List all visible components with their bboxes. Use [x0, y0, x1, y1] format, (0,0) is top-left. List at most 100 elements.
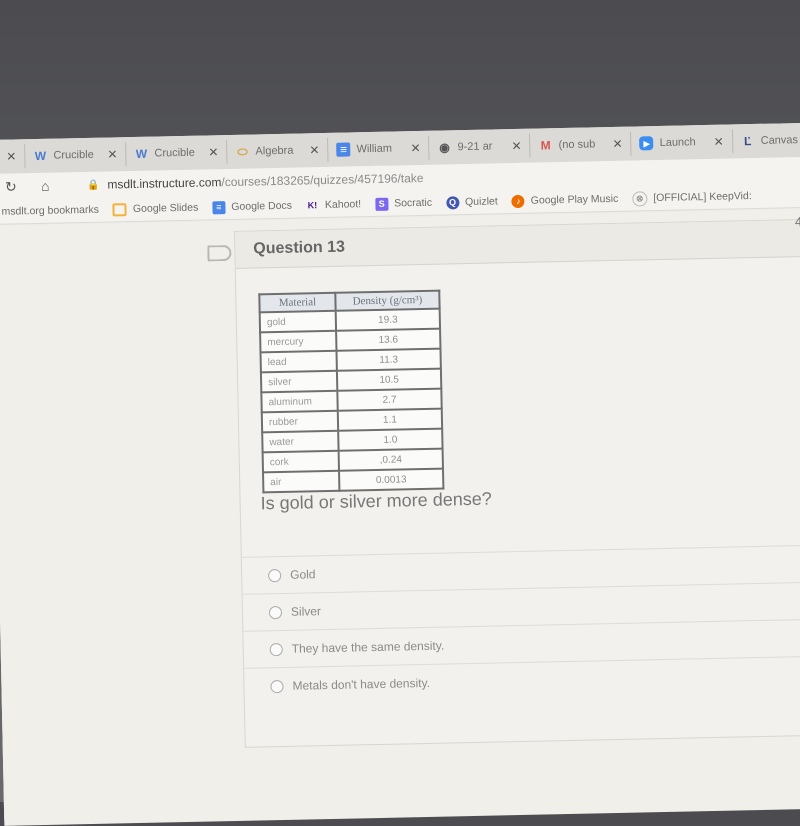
material-cell: water: [262, 430, 339, 453]
reload-icon[interactable]: ↻: [5, 178, 27, 195]
url-path: /courses/183265/quizzes/457196/take: [221, 170, 424, 190]
home-icon[interactable]: ⌂: [41, 177, 63, 194]
close-icon[interactable]: ✕: [511, 139, 521, 153]
answer-label: Silver: [290, 604, 322, 619]
close-icon[interactable]: ✕: [107, 147, 117, 161]
tab-label: William: [356, 142, 393, 156]
question-prompt: Is gold or silver more dense?: [260, 488, 492, 514]
tab-label: Canvas: [760, 134, 799, 147]
radio-button[interactable]: [269, 642, 283, 656]
bookmark-label: Kahoot!: [324, 198, 362, 211]
density-cell: 11.3: [336, 348, 441, 371]
answer-label: Gold: [290, 567, 316, 582]
column-header-material: Material: [259, 292, 336, 313]
tab-7[interactable]: ▶ Launch ✕: [631, 129, 733, 156]
tab-2[interactable]: W Crucible ✕: [126, 140, 228, 167]
algebra-icon: ⬭: [237, 144, 248, 159]
docs-icon: ≡: [336, 142, 351, 157]
url-host: msdlt.instructure.com: [107, 175, 222, 192]
play-music-icon: ♪: [511, 194, 525, 208]
material-cell: lead: [260, 350, 337, 373]
answer-label: Metals don't have density.: [292, 675, 431, 693]
answer-label: They have the same density.: [291, 638, 445, 656]
quiz-content: Question 13 4 Material Density (g/cm³) g…: [0, 208, 800, 826]
bookmark-google-slides[interactable]: Google Slides: [112, 201, 199, 216]
material-cell: gold: [259, 310, 337, 333]
tab-0[interactable]: ✕: [0, 144, 26, 169]
word-icon: W: [34, 148, 47, 164]
slides-icon: [112, 202, 128, 216]
density-cell: 10.5: [336, 368, 442, 391]
density-table: Material Density (g/cm³) gold 19.3 mercury…: [258, 289, 445, 494]
bookmark-google-docs[interactable]: ≡ Google Docs: [212, 199, 292, 214]
bookmark-label: [OFFICIAL] KeepVid:: [653, 190, 752, 205]
density-cell: 1.1: [337, 408, 443, 431]
quizlet-icon: Q: [445, 195, 460, 209]
material-cell: aluminum: [261, 390, 338, 413]
radio-button[interactable]: [270, 679, 284, 693]
tab-6[interactable]: M (no sub ✕: [530, 131, 632, 158]
gmail-icon: M: [540, 138, 551, 153]
bookmark-google-play-music[interactable]: ♪ Google Play Music: [511, 192, 619, 208]
tab-label: (no sub: [558, 138, 596, 152]
close-icon[interactable]: ✕: [208, 145, 218, 159]
density-cell: 13.6: [336, 328, 441, 351]
tab-label: Launch: [659, 136, 696, 149]
bookmark-label: Google Slides: [132, 201, 199, 216]
radio-button[interactable]: [268, 605, 283, 619]
close-icon[interactable]: ✕: [713, 135, 723, 149]
density-cell: 1.0: [338, 428, 443, 451]
tab-5[interactable]: ◉ 9-21 ar ✕: [429, 133, 531, 160]
canvas-icon: Ľ: [743, 134, 752, 149]
material-cell: cork: [262, 450, 340, 473]
tab-3[interactable]: ⬭ Algebra ✕: [227, 137, 329, 165]
bookmark-socratic[interactable]: S Socratic: [375, 196, 433, 211]
answer-list: Gold Silver They have the same density. …: [241, 544, 800, 705]
close-icon[interactable]: ✕: [410, 141, 420, 155]
docs-icon: ≡: [212, 200, 226, 214]
kahoot-icon: K!: [307, 200, 318, 211]
material-cell: air: [263, 470, 340, 493]
tab-4[interactable]: ≡ William ✕: [328, 135, 430, 162]
lock-icon: 🔒: [86, 179, 100, 191]
bookmark-label: Google Play Music: [530, 192, 619, 207]
bookmark-label: Google Docs: [231, 199, 293, 213]
tab-label: Crucible: [53, 148, 94, 162]
screen: ✕ W Crucible ✕ W Crucible ✕ ⬭ Algebra ✕ ≡ Willi…: [0, 122, 800, 826]
question-header: Question 13: [234, 219, 800, 269]
column-header-density: Density (g/cm³): [335, 290, 440, 311]
keepvid-icon: ⊗: [632, 190, 648, 207]
question-title: Question 13: [253, 238, 346, 258]
bookmark-quizlet[interactable]: Q Quizlet: [445, 195, 498, 209]
bookmark-keepvid[interactable]: ⊗ [OFFICIAL] KeepVid:: [632, 189, 752, 207]
tab-1[interactable]: W Crucible ✕: [25, 142, 127, 169]
bookmark-msdlt[interactable]: msdlt.org bookmarks: [1, 204, 99, 218]
bookmark-label: msdlt.org bookmarks: [1, 203, 100, 218]
zoom-icon: ▶: [639, 136, 654, 151]
tab-8[interactable]: ĽCanvas✕: [732, 127, 800, 154]
radio-button[interactable]: [268, 568, 282, 582]
flag-question-icon[interactable]: [207, 245, 226, 262]
bookmark-label: Quizlet: [464, 195, 498, 209]
density-cell: 19.3: [335, 308, 441, 331]
close-icon[interactable]: ✕: [309, 143, 319, 157]
tab-label: 9-21 ar: [457, 140, 493, 154]
density-cell: 2.7: [337, 388, 442, 411]
density-cell: ,0.24: [338, 448, 443, 471]
url-field[interactable]: 🔒 msdlt.instructure.com/courses/183265/q…: [87, 171, 424, 192]
socratic-icon: S: [375, 197, 389, 211]
word-icon: W: [135, 146, 148, 161]
material-cell: rubber: [261, 410, 339, 433]
close-icon[interactable]: ✕: [612, 137, 622, 151]
globe-icon: ◉: [439, 140, 450, 155]
material-cell: silver: [260, 370, 338, 393]
bookmark-label: Socratic: [394, 196, 433, 210]
bookmark-kahoot[interactable]: K! Kahoot!: [306, 198, 362, 212]
density-cell: 0.0013: [339, 468, 444, 491]
question-points: 4: [794, 214, 800, 230]
tab-label: Crucible: [154, 146, 195, 160]
close-icon[interactable]: ✕: [6, 149, 16, 163]
tab-label: Algebra: [255, 144, 294, 158]
table-row: air 0.0013: [263, 468, 444, 493]
question-card: Question 13 4 Material Density (g/cm³) g…: [233, 214, 800, 748]
